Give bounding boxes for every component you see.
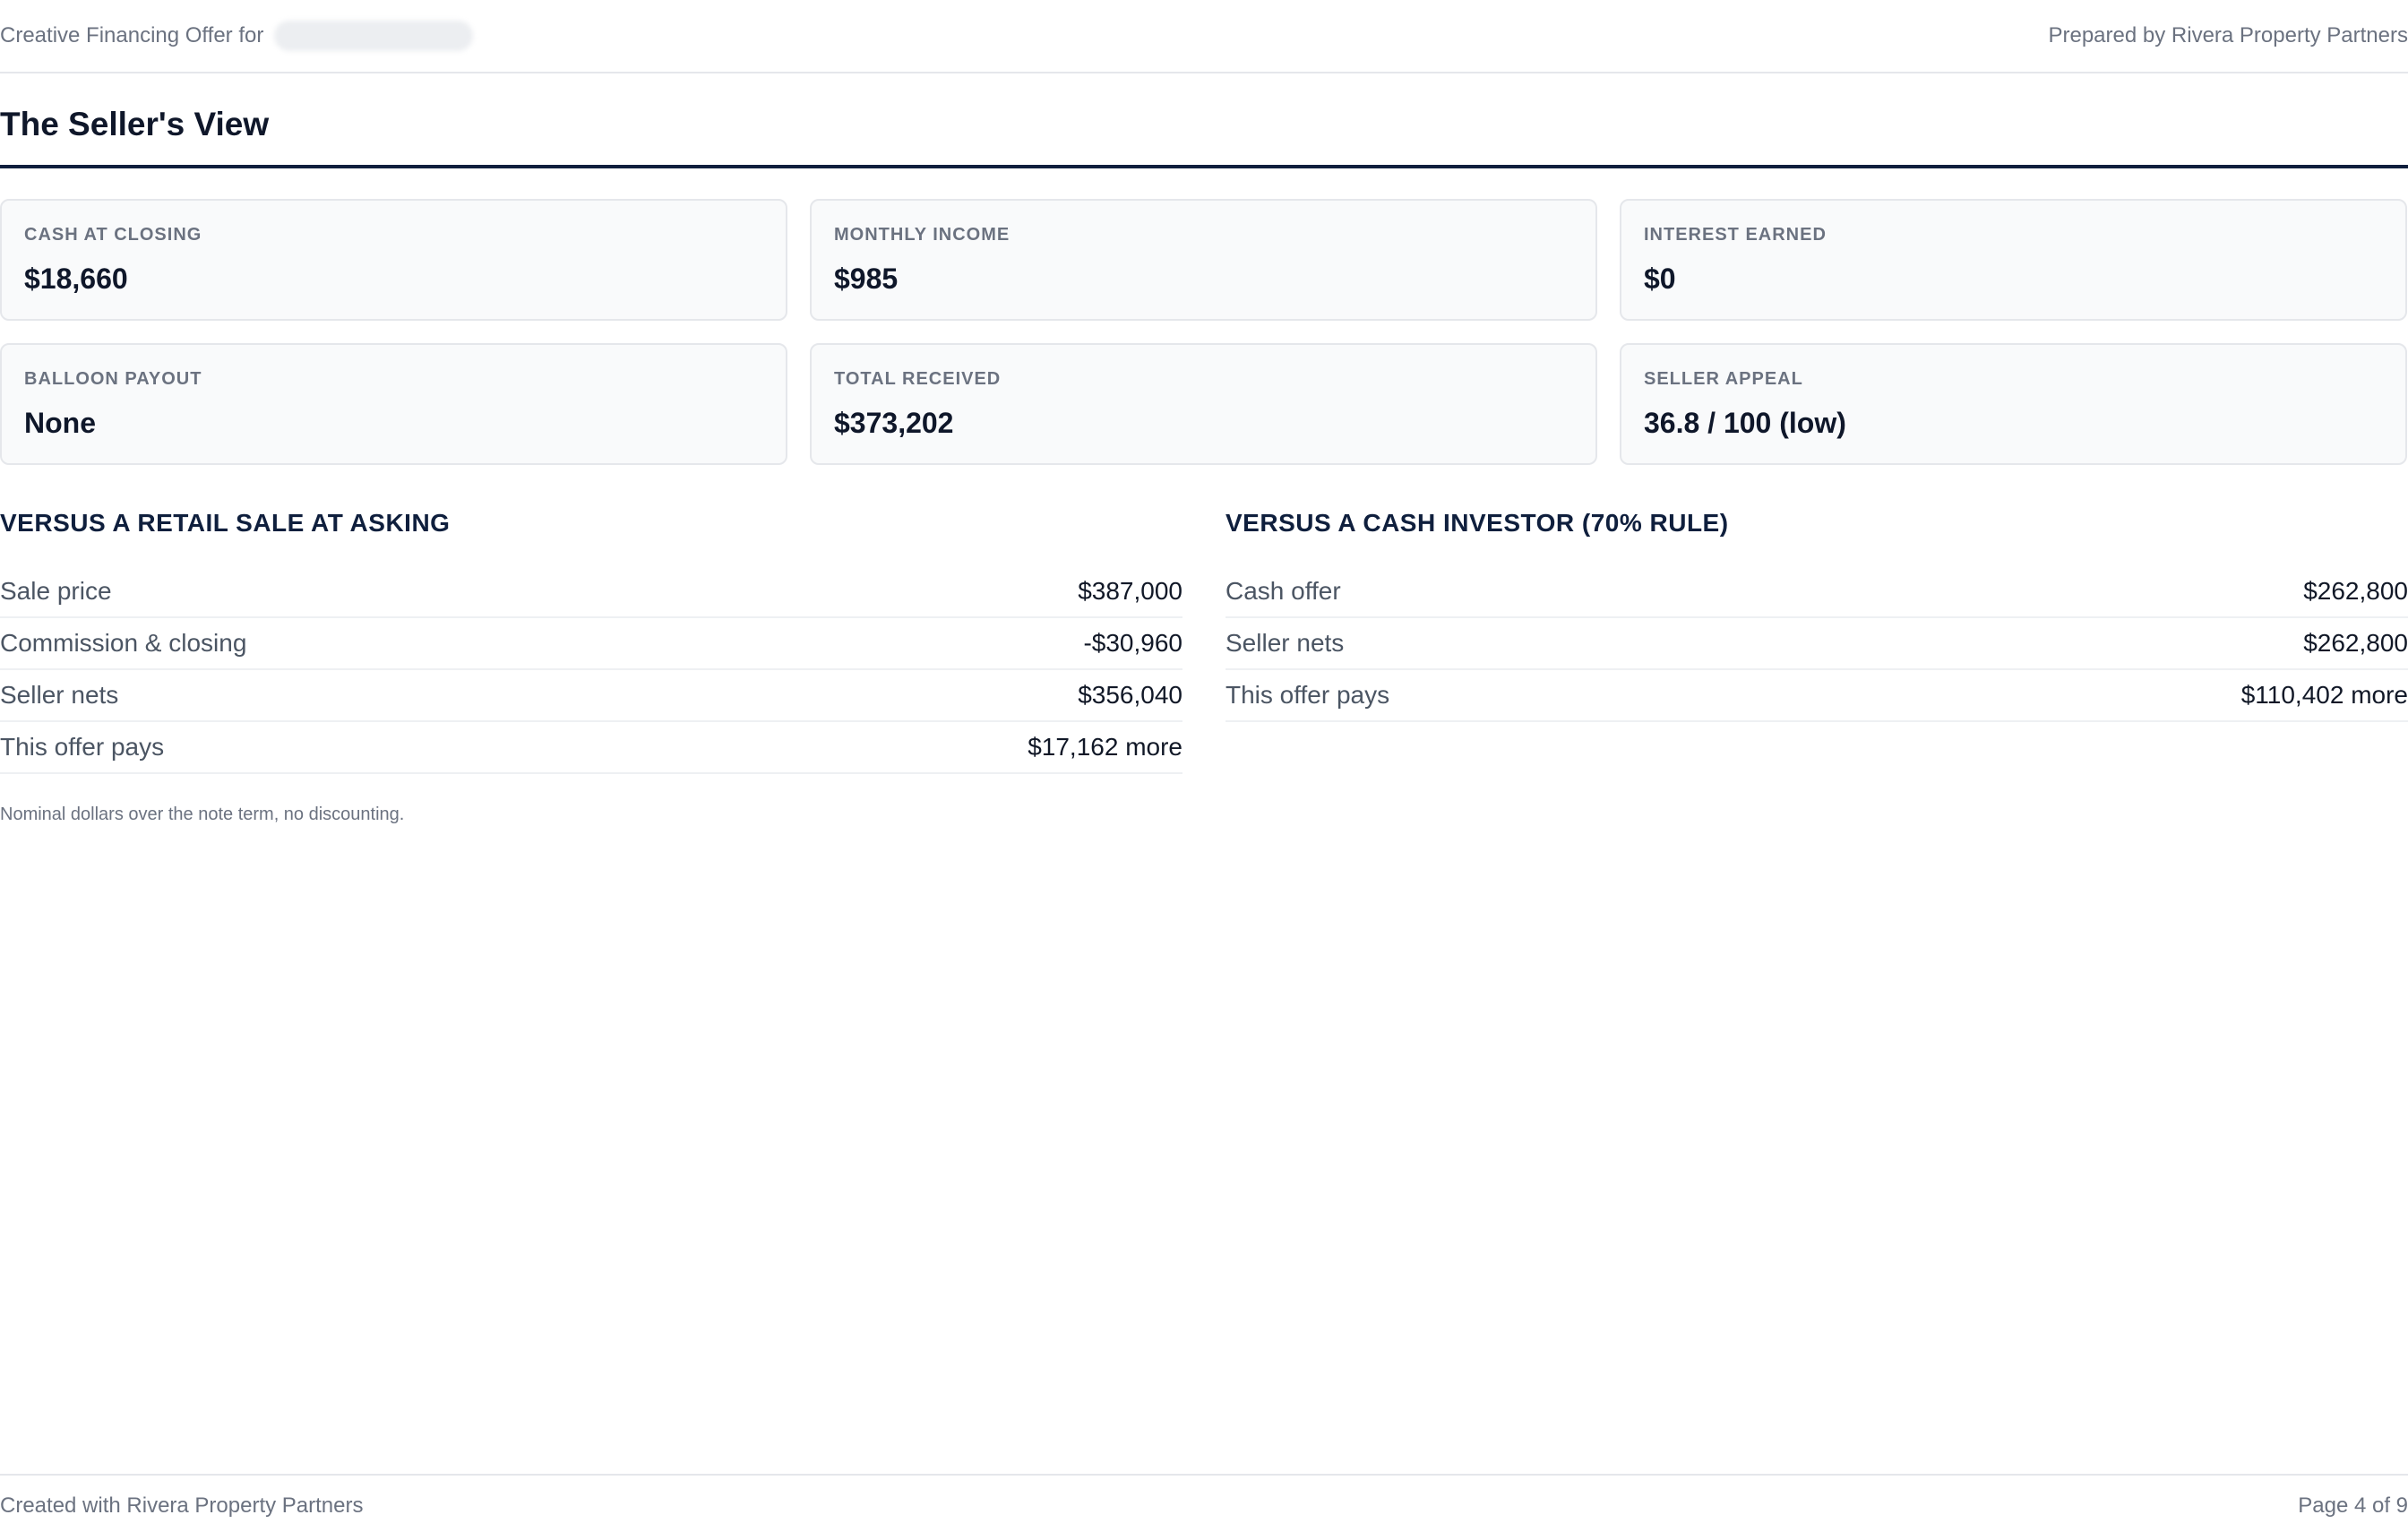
investor-table: Cash offer $262,800 Seller nets $262,800… <box>1226 566 2408 722</box>
metric-value: None <box>24 407 96 439</box>
row-value: $262,800 <box>2303 629 2408 657</box>
metric-label: CASH AT CLOSING <box>24 225 202 245</box>
metric-label: SELLER APPEAL <box>1644 369 1803 389</box>
metric-value: $18,660 <box>24 263 128 295</box>
table-row: This offer pays $110,402 more <box>1226 670 2408 722</box>
row-label: This offer pays <box>1226 681 1390 709</box>
redacted-property-address <box>274 21 474 51</box>
page-footer: Created with Rivera Property Partners Pa… <box>0 1474 2408 1532</box>
metric-label: BALLOON PAYOUT <box>24 369 202 389</box>
row-label: Seller nets <box>0 681 119 709</box>
metric-label: TOTAL RECEIVED <box>834 369 1002 389</box>
retail-heading: VERSUS A RETAIL SALE AT ASKING <box>0 509 451 537</box>
table-row: Cash offer $262,800 <box>1226 566 2408 618</box>
metric-card-cash-at-closing: CASH AT CLOSING $18,660 <box>0 199 787 321</box>
metric-card-balloon-payout: BALLOON PAYOUT None <box>0 343 787 465</box>
row-label: Commission & closing <box>0 629 247 657</box>
metric-cards: CASH AT CLOSING $18,660 MONTHLY INCOME $… <box>0 199 2408 465</box>
row-label: Sale price <box>0 577 112 605</box>
metric-label: MONTHLY INCOME <box>834 225 1010 245</box>
footnote: Nominal dollars over the note term, no d… <box>0 805 405 824</box>
investor-heading: VERSUS A CASH INVESTOR (70% RULE) <box>1226 509 1729 537</box>
table-row: Sale price $387,000 <box>0 566 1182 618</box>
offer-title: Creative Financing Offer for <box>0 21 474 51</box>
row-value: -$30,960 <box>1083 629 1182 657</box>
metric-value: $985 <box>834 263 899 295</box>
offer-prefix: Creative Financing Offer for <box>0 23 264 47</box>
created-with: Created with Rivera Property Partners <box>0 1493 364 1518</box>
retail-table: Sale price $387,000 Commission & closing… <box>0 566 1182 774</box>
row-value: $356,040 <box>1078 681 1182 709</box>
row-value: $262,800 <box>2303 577 2408 605</box>
metric-value: 36.8 / 100 (low) <box>1644 407 1846 439</box>
table-row: Commission & closing -$30,960 <box>0 618 1182 670</box>
retail-comparison: VERSUS A RETAIL SALE AT ASKING Sale pric… <box>0 509 1182 774</box>
table-row: Seller nets $356,040 <box>0 670 1182 722</box>
metric-card-interest-earned: INTEREST EARNED $0 <box>1620 199 2407 321</box>
row-label: Seller nets <box>1226 629 1345 657</box>
metric-label: INTEREST EARNED <box>1644 225 1827 245</box>
page-header: Creative Financing Offer for Prepared by… <box>0 0 2408 73</box>
metric-card-total-received: TOTAL RECEIVED $373,202 <box>810 343 1597 465</box>
table-row: This offer pays $17,162 more <box>0 722 1182 774</box>
metric-value: $373,202 <box>834 407 954 439</box>
prepared-by: Prepared by Rivera Property Partners <box>2048 23 2408 47</box>
row-value: $17,162 more <box>1028 733 1182 761</box>
page-indicator: Page 4 of 9 <box>2298 1493 2408 1518</box>
row-label: Cash offer <box>1226 577 1341 605</box>
metric-value: $0 <box>1644 263 1676 295</box>
investor-comparison: VERSUS A CASH INVESTOR (70% RULE) Cash o… <box>1226 509 2408 722</box>
metric-card-monthly-income: MONTHLY INCOME $985 <box>810 199 1597 321</box>
page-title: The Seller's View <box>0 106 270 142</box>
table-row: Seller nets $262,800 <box>1226 618 2408 670</box>
row-label: This offer pays <box>0 733 165 761</box>
metric-card-seller-appeal: SELLER APPEAL 36.8 / 100 (low) <box>1620 343 2407 465</box>
row-value: $110,402 more <box>2240 681 2408 709</box>
title-divider <box>0 165 2408 168</box>
row-value: $387,000 <box>1078 577 1182 605</box>
